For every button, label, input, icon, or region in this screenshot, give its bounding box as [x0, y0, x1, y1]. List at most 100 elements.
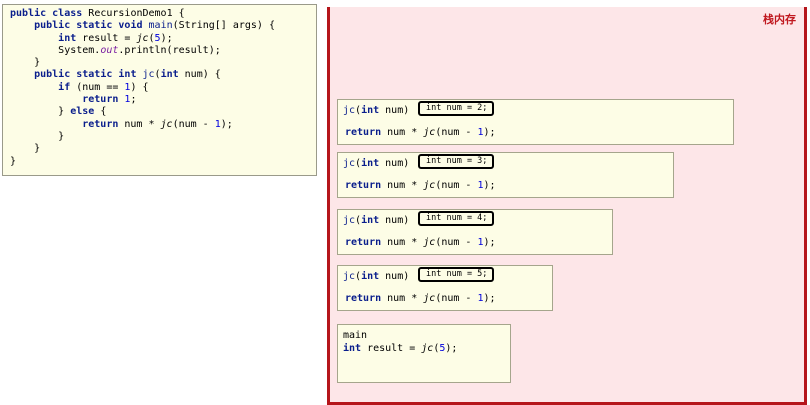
- keyword: int: [58, 32, 77, 44]
- keyword: public: [34, 69, 71, 81]
- method-call: jc: [421, 343, 434, 354]
- method-name: main: [148, 20, 173, 32]
- keyword: return: [345, 293, 382, 304]
- code-text: num *: [381, 237, 424, 248]
- frame-statement: int result = jc(5);: [343, 343, 457, 354]
- method-call: jc: [423, 180, 436, 191]
- keyword: int: [361, 271, 380, 282]
- code-text: );: [483, 127, 496, 138]
- code-line: } else {: [10, 106, 316, 118]
- code-line: }: [10, 57, 316, 69]
- keyword: int: [118, 69, 137, 81]
- keyword: int: [160, 69, 179, 81]
- local-variable-box: int num = 5;: [418, 267, 494, 282]
- keyword: static: [76, 69, 113, 81]
- method-name: jc: [343, 158, 356, 169]
- class-name: RecursionDemo1: [88, 8, 173, 19]
- method-name: jc: [343, 215, 356, 226]
- code-line: if (num == 1) {: [10, 82, 316, 94]
- code-text: ;: [130, 94, 137, 106]
- keyword: return: [345, 180, 382, 191]
- code-text: (num -: [435, 127, 478, 138]
- method-call: jc: [423, 237, 436, 248]
- code-text: num): [379, 215, 410, 226]
- keyword: class: [52, 8, 83, 19]
- method-call: jc: [136, 32, 149, 44]
- code-text: }: [58, 106, 71, 118]
- method-call: jc: [423, 293, 436, 304]
- code-text: (String[] args) {: [172, 20, 275, 32]
- keyword: int: [361, 215, 380, 226]
- stack-frame-jc-num-2: jc(int num) int num = 2; return num * jc…: [337, 99, 734, 145]
- code-text: (num -: [435, 293, 478, 304]
- code-text: );: [445, 343, 458, 354]
- local-variable-box: int num = 2;: [418, 101, 494, 116]
- stack-frame-jc-num-3: jc(int num) int num = 3; return num * jc…: [337, 152, 674, 198]
- code-text: );: [160, 32, 173, 44]
- code-line: int result = jc(5);: [10, 33, 316, 45]
- code-line: public static int jc(int num) {: [10, 69, 316, 81]
- keyword: else: [70, 106, 95, 118]
- source-code-panel: public class RecursionDemo1 { public sta…: [2, 4, 317, 176]
- code-text: (num -: [435, 237, 478, 248]
- static-field: out: [100, 44, 119, 56]
- code-line: public class RecursionDemo1 {: [10, 8, 316, 20]
- frame-signature: jc(int num): [343, 105, 409, 116]
- code-text: num *: [381, 293, 424, 304]
- code-text: (num ==: [70, 81, 125, 93]
- keyword: public: [34, 20, 71, 32]
- code-line: public static void main(String[] args) {: [10, 20, 316, 32]
- code-text: }: [34, 57, 41, 69]
- code-text: (num -: [172, 118, 215, 130]
- code-line: }: [10, 143, 316, 155]
- code-text: {: [172, 8, 185, 19]
- code-text: result =: [361, 343, 422, 354]
- local-variable-box: int num = 3;: [418, 154, 494, 169]
- code-text: num): [379, 105, 410, 116]
- code-text: ) {: [130, 81, 149, 93]
- frame-label: main: [343, 330, 368, 341]
- code-text: num): [379, 271, 410, 282]
- keyword: return: [82, 118, 119, 130]
- keyword: int: [361, 158, 380, 169]
- keyword: public: [10, 8, 47, 19]
- frame-return-statement: return num * jc(num - 1);: [345, 180, 496, 191]
- keyword: return: [82, 94, 119, 106]
- code-text: );: [483, 237, 496, 248]
- method-name: jc: [343, 271, 356, 282]
- local-variable-box: int num = 4;: [418, 211, 494, 226]
- code-text: System.: [58, 44, 101, 56]
- code-text: {: [94, 106, 107, 118]
- method-call: jc: [160, 118, 173, 130]
- keyword: if: [58, 81, 71, 93]
- code-line: return 1;: [10, 94, 316, 106]
- keyword: return: [345, 237, 382, 248]
- code-text: num): [379, 158, 410, 169]
- method-name: jc: [142, 69, 155, 81]
- code-text: );: [483, 293, 496, 304]
- code-text: }: [10, 155, 17, 167]
- keyword: return: [345, 127, 382, 138]
- frame-signature: jc(int num): [343, 271, 409, 282]
- method-call: jc: [423, 127, 436, 138]
- code-line: }: [10, 131, 316, 143]
- stack-frame-main: main int result = jc(5);: [337, 324, 511, 383]
- code-text: num *: [381, 180, 424, 191]
- code-text: num) {: [178, 69, 221, 81]
- code-text: );: [220, 118, 233, 130]
- code-line: return num * jc(num - 1);: [10, 119, 316, 131]
- code-line: }: [10, 156, 316, 168]
- code-text: .println(result);: [118, 44, 221, 56]
- code-text: );: [483, 180, 496, 191]
- stack-frame-jc-num-4: jc(int num) int num = 4; return num * jc…: [337, 209, 613, 255]
- keyword: void: [118, 20, 143, 32]
- code-text: }: [58, 130, 65, 142]
- keyword: static: [76, 20, 113, 32]
- code-text: num *: [381, 127, 424, 138]
- code-text: num *: [118, 118, 161, 130]
- code-text: result =: [76, 32, 137, 44]
- frame-signature: jc(int num): [343, 158, 409, 169]
- frame-return-statement: return num * jc(num - 1);: [345, 293, 496, 304]
- keyword: int: [343, 343, 362, 354]
- keyword: int: [361, 105, 380, 116]
